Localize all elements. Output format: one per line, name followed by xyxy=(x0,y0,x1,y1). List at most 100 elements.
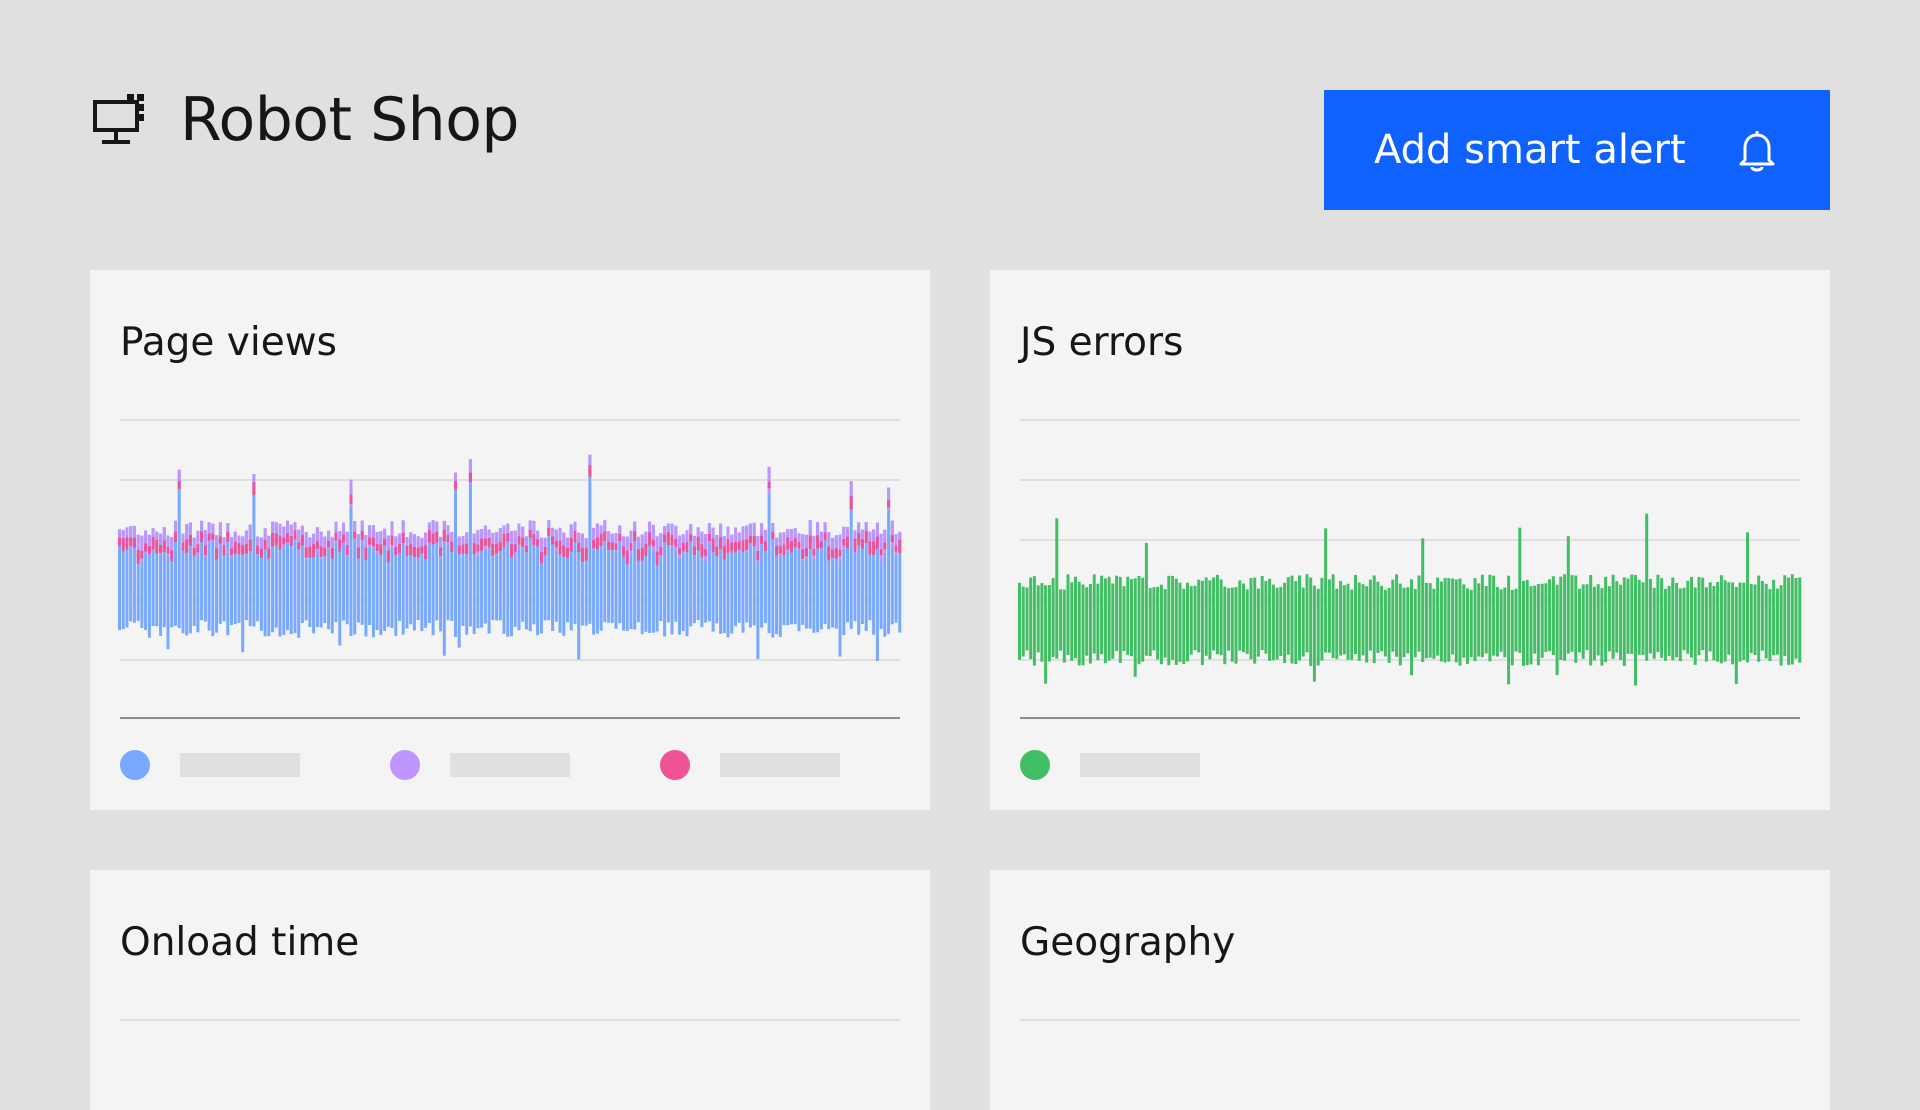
chart-bar xyxy=(1156,586,1160,660)
chart-bar xyxy=(312,543,316,558)
chart-bar xyxy=(1764,583,1768,659)
legend-dot-series-3 xyxy=(660,750,690,780)
chart-bar xyxy=(775,545,779,556)
chart-bar xyxy=(1559,576,1563,660)
chart-bar xyxy=(1383,589,1387,657)
chart-bar xyxy=(614,543,618,551)
chart-bar xyxy=(1585,584,1589,651)
chart-bar xyxy=(1462,584,1466,658)
chart-bar xyxy=(846,536,849,549)
chart-bar xyxy=(461,544,465,554)
chart-bar xyxy=(1466,588,1469,664)
chart-bar xyxy=(342,534,345,543)
chart-bar xyxy=(345,545,349,555)
chart-bar xyxy=(297,542,301,550)
chart-bar xyxy=(1436,577,1440,656)
chart-bar xyxy=(752,536,756,547)
chart-bar xyxy=(1368,579,1372,651)
page-views-card: Page views xyxy=(90,270,930,810)
chart-bar xyxy=(629,543,633,551)
chart-bar xyxy=(1283,582,1287,663)
chart-bar xyxy=(1361,584,1365,656)
chart-bar xyxy=(1088,584,1092,664)
chart-bar xyxy=(118,537,121,546)
chart-bar xyxy=(1398,583,1402,666)
chart-bar xyxy=(1059,589,1063,651)
chart-bar xyxy=(595,537,599,550)
page-views-chart xyxy=(118,419,902,719)
chart-bar xyxy=(185,539,189,553)
chart-bar xyxy=(1421,538,1425,662)
chart-bar xyxy=(1301,587,1305,657)
chart-bar xyxy=(748,535,752,544)
chart-bar xyxy=(1118,576,1122,663)
chart-bar xyxy=(1212,577,1216,651)
chart-bar xyxy=(233,541,237,554)
chart-bar xyxy=(786,537,790,550)
chart-bar xyxy=(554,541,558,548)
chart-bar xyxy=(644,543,648,556)
chart-bar xyxy=(1518,527,1522,653)
chart-bar xyxy=(278,535,282,550)
chart-bar xyxy=(651,524,655,553)
chart-bar xyxy=(476,544,480,552)
chart-bar xyxy=(215,548,219,560)
chart-bar xyxy=(887,500,891,508)
chart-bar xyxy=(558,540,562,555)
chart-bar xyxy=(849,496,853,510)
chart-bar xyxy=(599,533,603,546)
chart-bar xyxy=(1171,576,1175,660)
chart-bar xyxy=(692,546,696,555)
chart-bar xyxy=(1186,582,1189,662)
monitor-app-icon xyxy=(92,92,148,148)
chart-bar xyxy=(1667,586,1671,656)
chart-bar xyxy=(1488,574,1492,662)
add-smart-alert-label: Add smart alert xyxy=(1374,127,1686,173)
chart-bar xyxy=(707,534,711,541)
chart-bar xyxy=(763,541,767,551)
chart-bar xyxy=(1731,582,1735,665)
chart-bar xyxy=(1779,585,1783,666)
chart-bar xyxy=(259,548,263,558)
chart-bar xyxy=(222,545,226,556)
chart-bar xyxy=(1047,585,1051,662)
chart-bar xyxy=(797,542,801,549)
chart-bar xyxy=(566,547,569,558)
chart-bar xyxy=(1167,575,1171,666)
chart-bar xyxy=(778,546,782,554)
chart-bar xyxy=(147,546,151,554)
chart-bar xyxy=(872,541,876,555)
chart-bar xyxy=(696,536,700,551)
chart-bar xyxy=(241,545,245,555)
chart-bar xyxy=(383,539,387,546)
chart-bar xyxy=(1335,588,1339,659)
add-smart-alert-button[interactable]: Add smart alert xyxy=(1324,90,1830,210)
chart-bar xyxy=(1727,582,1731,655)
chart-bar xyxy=(767,466,771,494)
chart-bar xyxy=(483,538,487,546)
chart-bar xyxy=(483,525,487,550)
chart-bar xyxy=(1249,578,1253,660)
chart-bar xyxy=(218,522,222,548)
chart-bar xyxy=(1671,577,1675,661)
chart-bar xyxy=(700,544,704,558)
chart-bar xyxy=(722,546,726,560)
chart-bar xyxy=(1439,581,1443,662)
chart-bar xyxy=(211,533,215,540)
chart-bar xyxy=(1473,578,1477,662)
chart-bar xyxy=(1227,588,1231,651)
chart-bar xyxy=(1484,586,1488,654)
page-title: Robot Shop xyxy=(180,85,520,155)
chart-bar xyxy=(539,552,543,564)
chart-bar xyxy=(286,533,289,543)
chart-bar xyxy=(715,546,719,556)
chart-bar xyxy=(1634,575,1637,686)
chart-bar xyxy=(580,548,584,562)
chart-bar xyxy=(1768,589,1772,662)
chart-bar xyxy=(1215,574,1219,655)
chart-bar xyxy=(420,546,424,554)
chart-bar xyxy=(1051,578,1055,657)
chart-bar xyxy=(894,534,898,556)
chart-bar xyxy=(1492,575,1496,656)
chart-bar xyxy=(831,549,835,558)
